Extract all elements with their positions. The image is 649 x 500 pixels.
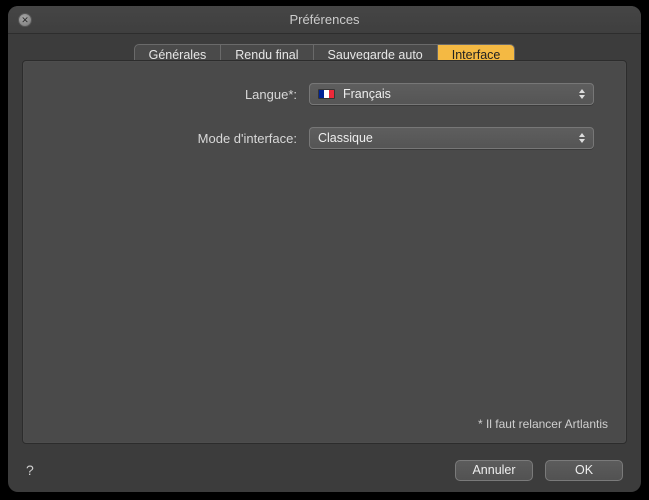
cancel-button[interactable]: Annuler [455,460,533,481]
preferences-window: ✕ Préférences Générales Rendu final Sauv… [8,6,641,492]
language-popup[interactable]: Français [309,83,594,105]
updown-arrows-icon [577,130,587,146]
close-button[interactable]: ✕ [18,13,32,27]
label-interface-mode: Mode d'interface: [23,131,309,146]
content-panel: Langue*: Français Mode d'interface: Clas… [22,60,627,444]
row-interface-mode: Mode d'interface: Classique [23,127,626,149]
restart-footnote: * Il faut relancer Artlantis [478,417,608,431]
flag-france-icon [318,89,335,99]
help-button[interactable]: ? [26,462,34,478]
ok-button[interactable]: OK [545,460,623,481]
row-language: Langue*: Français [23,83,626,105]
interface-mode-value: Classique [318,131,373,145]
label-language: Langue*: [23,87,309,102]
updown-arrows-icon [577,86,587,102]
language-value: Français [343,87,391,101]
interface-mode-popup[interactable]: Classique [309,127,594,149]
titlebar: ✕ Préférences [8,6,641,34]
window-title: Préférences [289,12,359,27]
footer: ? Annuler OK [8,448,641,492]
